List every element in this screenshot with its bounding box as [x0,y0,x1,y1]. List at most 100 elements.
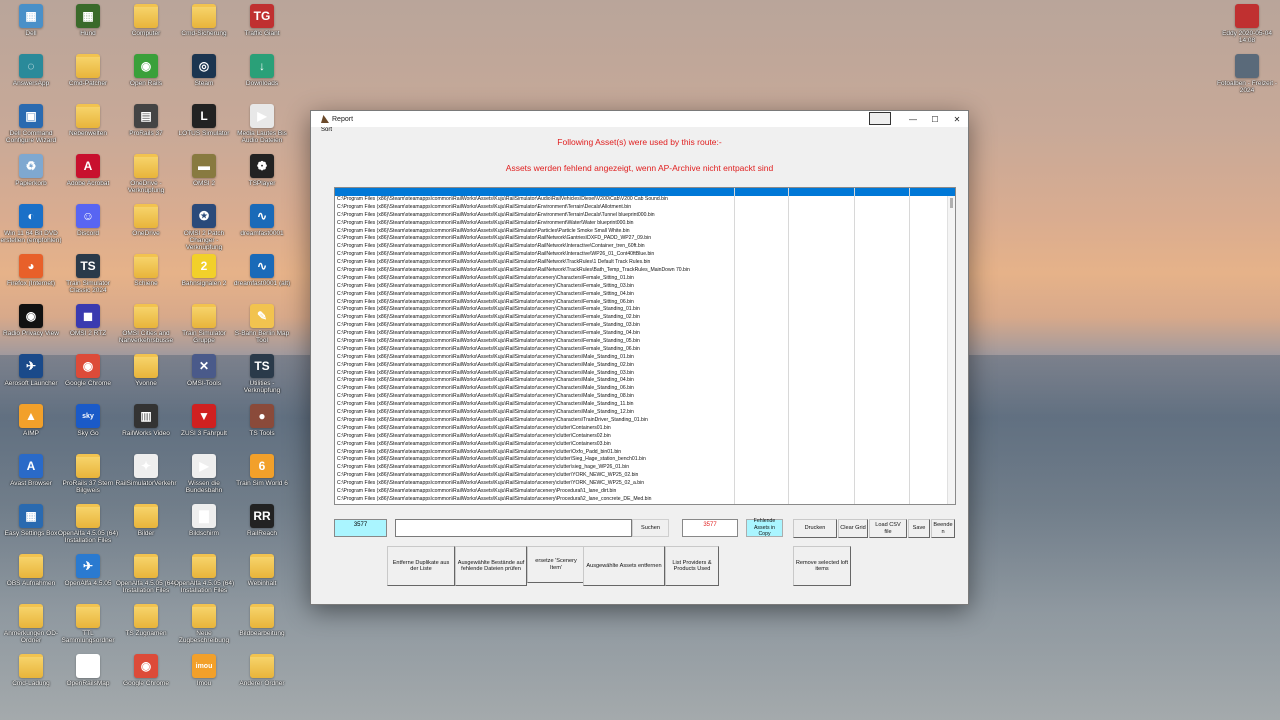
list-item[interactable]: C:\Program Files (x86)\Steam\steamapps\c… [335,417,733,425]
list-item[interactable]: C:\Program Files (x86)\Steam\steamapps\c… [335,283,733,291]
list-item[interactable]: C:\Program Files (x86)\Steam\steamapps\c… [335,456,733,464]
desktop-icon[interactable]: ▦ Hund [57,4,119,56]
list-item[interactable]: C:\Program Files (x86)\Steam\steamapps\c… [335,496,733,504]
desktop-icon[interactable]: ✕ OMSI-Tools [173,354,235,406]
beenden-button[interactable]: Beende n [931,519,955,538]
desktop-icon[interactable]: ▤ ProRails 37 [115,104,177,156]
desktop-icon[interactable]: Yvonne [115,354,177,406]
desktop-icon[interactable]: Eddy 2020-05-04 14:08 [1216,4,1278,56]
desktop-icon[interactable]: ▥ RailWorks Video [115,404,177,456]
list-item[interactable]: C:\Program Files (x86)\Steam\steamapps\c… [335,267,733,275]
desktop-icon[interactable]: A Avast Browser [0,454,62,506]
desktop-icon[interactable]: TS Train Simulator Classic 2024 [57,254,119,306]
desktop-icon[interactable]: Neue Zugbeschreibung [173,604,235,656]
desktop-icon[interactable]: TS Zugnamen [115,604,177,656]
desktop-icon[interactable]: OneDrive - Verknüpfung [115,154,177,206]
desktop-icon[interactable]: TS Utilities - Verknüpfung [231,354,293,406]
list-item[interactable]: C:\Program Files (x86)\Steam\steamapps\c… [335,480,733,488]
list-item[interactable]: C:\Program Files (x86)\Steam\steamapps\c… [335,338,733,346]
list-item[interactable]: C:\Program Files (x86)\Steam\steamapps\c… [335,275,733,283]
list-item[interactable]: C:\Program Files (x86)\Steam\steamapps\c… [335,228,733,236]
desktop-icon[interactable]: ◉ Radio Privacy View [0,304,62,356]
list-item[interactable]: C:\Program Files (x86)\Steam\steamapps\c… [335,441,733,449]
desktop-icon[interactable]: OpenAlfa 4.5.05 (64) Installation Files [57,504,119,556]
list-item[interactable]: C:\Program Files (x86)\Steam\steamapps\c… [335,433,733,441]
list-item[interactable]: C:\Program Files (x86)\Steam\steamapps\c… [335,291,733,299]
list-item[interactable]: C:\Program Files (x86)\Steam\steamapps\c… [335,346,733,354]
desktop-icon[interactable]: ◎ Steam [173,54,235,106]
desktop-icon[interactable]: OpenRailsMap [57,654,119,706]
save-button[interactable]: Save [908,519,930,538]
desktop-icon[interactable]: ● TS Tools [231,404,293,456]
desktop-icon[interactable]: TG Traffic Giant [231,4,293,56]
desktop-icon[interactable]: Cmd-Sicherung [173,4,235,56]
desktop-icon[interactable]: Anmerkungen OD-Ordner [0,604,62,656]
list-item[interactable]: C:\Program Files (x86)\Steam\steamapps\c… [335,322,733,330]
list-item[interactable]: C:\Program Files (x86)\Steam\steamapps\c… [335,488,733,496]
list-item[interactable]: C:\Program Files (x86)\Steam\steamapps\c… [335,204,733,212]
clear-grid-button[interactable]: Clear Grid [838,519,868,538]
list-item[interactable]: C:\Program Files (x86)\Steam\steamapps\c… [335,377,733,385]
scroll-thumb[interactable] [950,198,953,208]
desktop-icon[interactable]: Webinhalt [231,554,293,606]
desktop-icon[interactable]: ◌ AnswersApp [0,54,62,106]
list-item[interactable]: C:\Program Files (x86)\Steam\steamapps\c… [335,196,733,204]
desktop-icon[interactable]: ✎ S-Bahn Berlin Map Tool [231,304,293,356]
list-item[interactable]: C:\Program Files (x86)\Steam\steamapps\c… [335,425,733,433]
list-item[interactable]: C:\Program Files (x86)\Steam\steamapps\c… [335,212,733,220]
list-item[interactable]: C:\Program Files (x86)\Steam\steamapps\c… [335,362,733,370]
list-item[interactable]: C:\Program Files (x86)\Steam\steamapps\c… [335,251,733,259]
list-item[interactable]: C:\Program Files (x86)\Steam\steamapps\c… [335,409,733,417]
list-item[interactable]: C:\Program Files (x86)\Steam\steamapps\c… [335,504,733,505]
desktop-icon[interactable]: A Adobe Acrobat [57,154,119,206]
desktop-icon[interactable]: ✪ OMSI 2 Patch Changer - Verknüpfung [173,204,235,256]
desktop-icon[interactable]: OBS Aufnahmen [0,554,62,606]
desktop-icon[interactable]: ▇ Bildschirm [173,504,235,556]
desktop-icon[interactable]: Nebenwelten [57,104,119,156]
desktop-icon[interactable]: ProRails 37 Stern Bilgweis [57,454,119,506]
desktop-icon[interactable]: ☺ Discord [57,204,119,256]
desktop-icon[interactable]: ∿ dreamfast0001 [231,204,293,256]
desktop-icon[interactable]: ▣ Dell Command Configure Wizard [0,104,62,156]
desktop-icon[interactable]: ◐ Win 11 64 Bit DVD erstellen (empfohlen) [0,204,62,256]
list-item[interactable]: C:\Program Files (x86)\Steam\steamapps\c… [335,243,733,251]
list-item[interactable]: C:\Program Files (x86)\Steam\steamapps\c… [335,393,733,401]
list-item[interactable]: C:\Program Files (x86)\Steam\steamapps\c… [335,354,733,362]
close-button[interactable]: ✕ [946,111,968,127]
ersetze-scenery-button[interactable]: ersetze 'Scenery Item' [527,546,585,583]
search-button[interactable]: Suchen [632,519,669,537]
desktop-icon[interactable]: ∿ dreamfast0001 (alt) [231,254,293,306]
asset-list[interactable]: C:\Program Files (x86)\Steam\steamapps\c… [334,187,956,505]
entferne-duplikate-button[interactable]: Entferne Duplikate aus der Liste [387,546,455,586]
remove-loft-button[interactable]: Remove selected loft items [793,546,851,586]
desktop-icon[interactable]: ✦ RailSimulatorVerkehr [115,454,177,506]
list-item[interactable]: C:\Program Files (x86)\Steam\steamapps\c… [335,472,733,480]
list-item[interactable]: C:\Program Files (x86)\Steam\steamapps\c… [335,370,733,378]
vertical-scrollbar[interactable] [947,196,955,504]
desktop-icon[interactable]: Schiene [115,254,177,306]
desktop-icon[interactable]: RR RailReach [231,504,293,556]
list-item[interactable]: C:\Program Files (x86)\Steam\steamapps\c… [335,299,733,307]
entfernen-button[interactable]: Ausgewählte Assets entfernen [583,546,665,586]
desktop-icon[interactable]: ↓ Downloads [231,54,293,106]
list-providers-button[interactable]: List Providers & Products Used [665,546,719,586]
maximize-button[interactable]: ☐ [924,111,946,127]
desktop-icon[interactable]: Computer [115,4,177,56]
desktop-icon[interactable]: OpenAlfa 4.5.05 (64) Installation Files [115,554,177,606]
desktop-icon[interactable]: Fotoalben - Freizeit - 2024 [1216,54,1278,106]
desktop-icon[interactable]: ◼ OMSI 2 RTZ [57,304,119,356]
desktop-icon[interactable]: ▶ Wissen die Bundesbahn [173,454,235,506]
desktop-icon[interactable]: ♻ Papierkorb [0,154,62,206]
desktop-icon[interactable]: ✈ OpenAlfa 4.5.05 [57,554,119,606]
desktop-icon[interactable]: L LOTUS Simulator [173,104,235,156]
desktop-icon[interactable]: Cmd-Patcher [57,54,119,106]
pruefen-button[interactable]: Ausgewählte Bestände auf fehlende Dateie… [455,546,527,586]
desktop-icon[interactable]: ✈ Aerosoft Launcher [0,354,62,406]
desktop-icon[interactable]: sky Sky Go [57,404,119,456]
desktop-icon[interactable]: ▦ Dell [0,4,62,56]
list-item[interactable]: C:\Program Files (x86)\Steam\steamapps\c… [335,259,733,267]
load-csv-button[interactable]: Load CSV file [869,519,907,538]
desktop-icon[interactable]: ◉ Google Chrome [57,354,119,406]
desktop-icon[interactable]: 6 Train Sim World 6 [231,454,293,506]
list-item[interactable]: C:\Program Files (x86)\Steam\steamapps\c… [335,235,733,243]
